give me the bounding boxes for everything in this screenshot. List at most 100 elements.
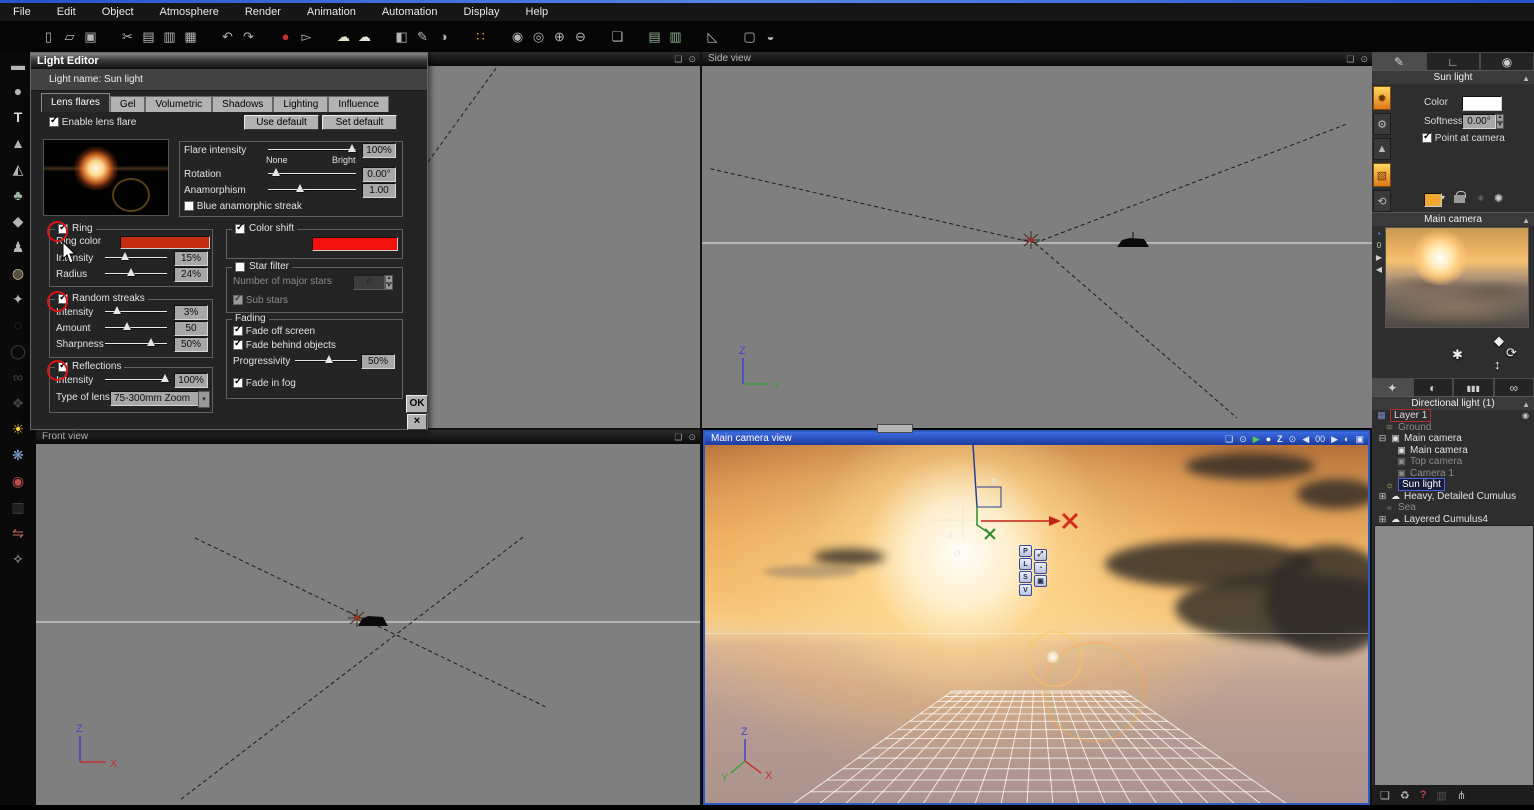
zoom-out-icon[interactable]: ⊖ xyxy=(570,26,591,48)
tab-objects[interactable]: ✦ xyxy=(1372,378,1413,397)
viewport-maximize-icon[interactable]: ❏ xyxy=(674,52,682,66)
tab-lens-flares[interactable]: Lens flares xyxy=(41,93,110,112)
pointer-mode-icon[interactable]: ▻ xyxy=(296,26,317,48)
viewport-zoom-icon[interactable]: ⊙ xyxy=(688,430,696,444)
menu-help[interactable]: Help xyxy=(513,3,562,21)
tab-aspect[interactable]: ▮▮▮ xyxy=(1453,378,1494,397)
tree-label[interactable]: Sea xyxy=(1398,502,1416,513)
flare-intensity-slider[interactable] xyxy=(268,144,356,154)
ring-radius-value[interactable]: 24% xyxy=(174,267,208,282)
hierarchy-icon[interactable]: ⋔ xyxy=(1457,789,1466,802)
zoom-in-icon[interactable]: ⊕ xyxy=(549,26,570,48)
shadow-toggle-icon[interactable]: ✷ xyxy=(1476,192,1485,205)
terrain-tool-icon[interactable]: ▲ xyxy=(5,131,31,155)
gizmo-scale-icon[interactable]: ▣ xyxy=(1034,575,1047,587)
flip-tool-icon[interactable]: ⇋ xyxy=(5,521,31,545)
lens-flare-toggle-icon[interactable]: ✺ xyxy=(1494,192,1503,205)
cone-icon[interactable]: ▲ xyxy=(1373,138,1391,160)
record-icon[interactable]: ● xyxy=(1266,433,1271,446)
menu-file[interactable]: File xyxy=(0,3,44,21)
world-browser-header[interactable]: Directional light (1) ▲ xyxy=(1372,396,1534,410)
render-area-icon[interactable]: ◑ xyxy=(433,26,454,48)
tree-label-selected[interactable]: Sun light xyxy=(1398,478,1445,491)
tab-volumetric[interactable]: Volumetric xyxy=(145,96,212,112)
star-filter-checkbox[interactable] xyxy=(235,262,245,272)
anamorphism-slider[interactable] xyxy=(268,184,356,194)
streaks-sharpness-value[interactable]: 50% xyxy=(174,337,208,352)
tree-row-sun-light[interactable]: ☼ Sun light xyxy=(1372,479,1534,491)
sun-light-gizmo[interactable] xyxy=(1022,231,1040,249)
new-file-icon[interactable]: ▯ xyxy=(38,26,59,48)
ring-intensity-slider[interactable] xyxy=(105,252,167,262)
light-editor-dialog[interactable]: Light Editor Light name: Sun light Lens … xyxy=(30,52,428,430)
gizmo-p-button[interactable]: P xyxy=(1019,545,1032,557)
orbit-icon[interactable]: ⟳ xyxy=(1506,345,1517,361)
planet-tool-icon[interactable]: ◍ xyxy=(5,261,31,285)
menu-display[interactable]: Display xyxy=(450,3,512,21)
tree-row-ground[interactable]: ≋ Ground xyxy=(1372,422,1534,434)
lens-type-dropdown[interactable]: 75-300mm Zoom xyxy=(110,391,199,406)
tree-label[interactable]: Heavy, Detailed Cumulus xyxy=(1404,491,1516,502)
new-layer-icon[interactable]: ❏ xyxy=(1380,789,1390,802)
ring-radius-slider[interactable] xyxy=(105,268,167,278)
gear-icon[interactable]: ⚙ xyxy=(1373,113,1391,135)
tree-label[interactable]: Layered Cumulus4 xyxy=(1404,514,1488,525)
tree-label[interactable]: Camera 1 xyxy=(1410,468,1454,479)
atmosphere-add-icon[interactable]: ☁ xyxy=(333,26,354,48)
streaks-amount-slider[interactable] xyxy=(105,322,167,332)
copy-icon[interactable]: ▤ xyxy=(138,26,159,48)
magnifier-icon[interactable]: ⊙ xyxy=(1289,433,1297,446)
object-cube-icon[interactable]: ◧ xyxy=(391,26,412,48)
layer-label[interactable]: Layer 1 xyxy=(1390,409,1431,422)
paste-special-icon[interactable]: ▦ xyxy=(180,26,201,48)
streaks-amount-value[interactable]: 50 xyxy=(174,321,208,336)
save-file-icon[interactable]: ▣ xyxy=(80,26,101,48)
frame-back-icon[interactable]: ◀ xyxy=(1302,433,1309,446)
viewport-maximize-icon[interactable]: ❏ xyxy=(1346,52,1354,66)
gizmo-v-button[interactable]: V xyxy=(1019,584,1032,596)
ground-plane-tool-icon[interactable]: ▬ xyxy=(5,53,31,77)
refl-intensity-value[interactable]: 100% xyxy=(174,373,208,388)
sphere-b-icon[interactable]: ◎ xyxy=(528,26,549,48)
undo-icon[interactable]: ↶ xyxy=(217,26,238,48)
expand-plus-icon[interactable]: ⊞ xyxy=(1378,492,1387,501)
sphere-a-icon[interactable]: ◉ xyxy=(507,26,528,48)
preview-play-icon[interactable]: ▶ xyxy=(1376,253,1382,262)
pan-hand-icon[interactable]: ✱ xyxy=(1452,347,1463,363)
tab-lighting[interactable]: Lighting xyxy=(273,96,328,112)
wind-tool-icon[interactable]: ❋ xyxy=(5,443,31,467)
tree-row-main-camera[interactable]: ▣ Main camera xyxy=(1372,445,1534,457)
side-view-viewport[interactable]: Side view ❏ ⊙ Z xyxy=(702,52,1372,428)
swatch-dropdown-icon[interactable]: ▾ xyxy=(1441,193,1445,202)
tree-row-layer[interactable]: ▦ Layer 1 ◉ xyxy=(1372,410,1534,422)
color-shift-checkbox[interactable] xyxy=(235,224,245,234)
volume-cube-icon[interactable]: ▧ xyxy=(1373,163,1391,187)
progressivity-slider[interactable] xyxy=(295,355,357,365)
viewport-splitter-handle[interactable] xyxy=(877,424,913,433)
crop-render-icon[interactable]: ▢ xyxy=(739,26,760,48)
lens-dropdown-button[interactable]: ▾ xyxy=(198,391,210,408)
tree-row-sea[interactable]: ≈ Sea xyxy=(1372,502,1534,514)
color-shift-swatch[interactable] xyxy=(312,237,398,251)
paste-icon[interactable]: ▥ xyxy=(159,26,180,48)
clapper-icon[interactable]: ◺ xyxy=(702,26,723,48)
terrain2-tool-icon[interactable]: ◭ xyxy=(5,157,31,181)
film-strip-icon[interactable]: ▤ xyxy=(644,26,665,48)
softness-spinner[interactable]: ▲▼ xyxy=(1496,114,1504,129)
tab-links[interactable]: ∞ xyxy=(1494,378,1534,397)
flare-intensity-value[interactable]: 100% xyxy=(362,143,396,158)
streaks-sharpness-slider[interactable] xyxy=(105,338,167,348)
refl-intensity-slider[interactable] xyxy=(105,374,167,384)
preview-mode-icon[interactable]: ▪ xyxy=(1378,229,1381,238)
collapse-minus-icon[interactable]: ⊟ xyxy=(1378,434,1387,443)
gizmo-l-button[interactable]: L xyxy=(1019,558,1032,570)
light-type-icon[interactable]: ✹ xyxy=(1373,86,1391,110)
anamorphism-value[interactable]: 1.00 xyxy=(362,183,396,198)
gizmo-move-icon[interactable]: ⤢ xyxy=(1034,549,1047,561)
fade-fog-checkbox[interactable] xyxy=(233,378,243,388)
use-default-button[interactable]: Use default xyxy=(244,115,319,130)
close-button[interactable]: × xyxy=(407,414,427,430)
sun-light-header[interactable]: Sun light ▲ xyxy=(1372,70,1534,84)
sphere-tool-icon[interactable]: ● xyxy=(5,79,31,103)
fade-behind-checkbox[interactable] xyxy=(233,340,243,350)
